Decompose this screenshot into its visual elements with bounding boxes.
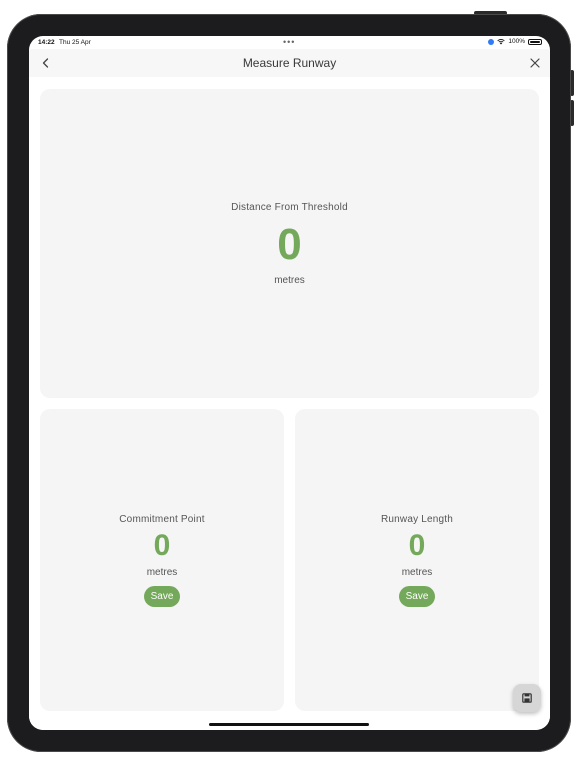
runway-length-label: Runway Length [380, 513, 454, 525]
close-icon[interactable] [528, 56, 542, 70]
navigation-bar: Measure Runway [29, 49, 550, 77]
commitment-point-label: Commitment Point [119, 513, 205, 525]
runway-length-card: Runway Length 0 metres Save [295, 409, 539, 711]
multitasking-dots[interactable]: ••• [283, 37, 295, 47]
page-title: Measure Runway [242, 56, 337, 70]
status-bar: 14:22 Thu 25 Apr ••• 100% [29, 36, 550, 49]
battery-percent: 100% [508, 38, 525, 45]
runway-length-value: 0 [408, 528, 426, 562]
status-date: Thu 25 Apr [59, 39, 91, 46]
distance-value: 0 [277, 219, 302, 269]
distance-label: Distance From Threshold [231, 201, 348, 213]
save-icon [522, 693, 532, 703]
save-runway-length-button[interactable]: Save [398, 585, 436, 607]
status-indicators: 100% [488, 38, 542, 45]
save-commitment-point-button[interactable]: Save [143, 585, 181, 607]
main-content: Distance From Threshold 0 metres Commitm… [29, 77, 550, 730]
commitment-point-value: 0 [153, 528, 171, 562]
runway-length-unit: metres [401, 566, 433, 578]
location-icon [488, 38, 495, 45]
distance-unit: metres [274, 274, 305, 286]
home-indicator[interactable] [209, 723, 369, 726]
commitment-point-card: Commitment Point 0 metres Save [40, 409, 284, 711]
screen: 14:22 Thu 25 Apr ••• 100% Measure Runway… [29, 36, 550, 730]
distance-from-threshold-card: Distance From Threshold 0 metres [40, 89, 539, 398]
save-floating-button[interactable] [513, 684, 541, 712]
battery-icon [528, 38, 542, 45]
status-time: 14:22 [38, 39, 55, 46]
commitment-point-unit: metres [146, 566, 178, 578]
wifi-icon [497, 38, 506, 44]
